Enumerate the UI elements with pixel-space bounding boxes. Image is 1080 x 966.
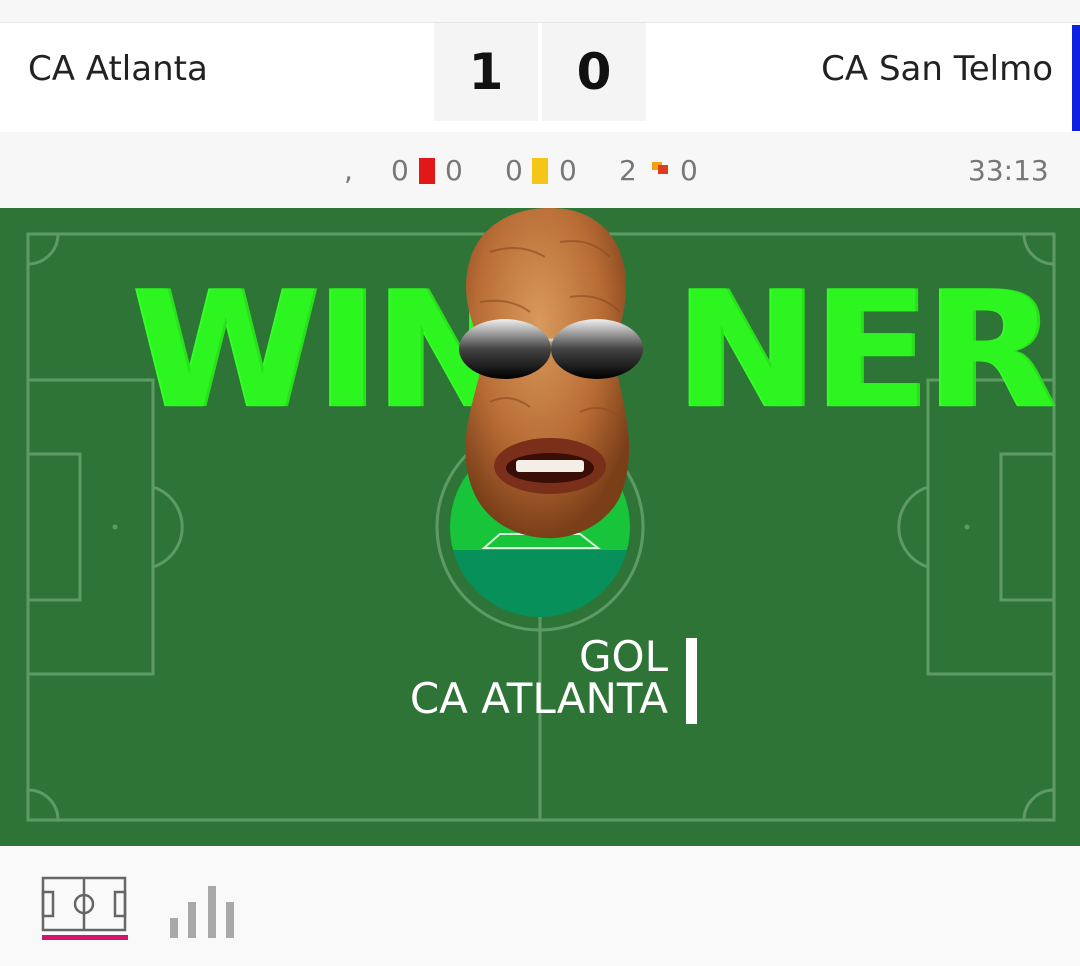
yellow-cards-home: 0 xyxy=(505,154,523,187)
goal-announcement-bar xyxy=(686,638,697,724)
home-team-name[interactable]: CA Atlanta xyxy=(28,49,208,89)
away-team-color-bar xyxy=(1072,25,1080,131)
goal-announcement: GOL CA ATLANTA xyxy=(410,636,668,720)
red-card-icon xyxy=(419,158,435,184)
scoreboard: CA Atlanta 1 0 CA San Telmo xyxy=(0,22,1080,133)
yellow-cards-away: 0 xyxy=(559,154,577,187)
top-strip xyxy=(0,0,1080,22)
goal-team: CA ATLANTA xyxy=(409,674,668,723)
yellow-card-icon xyxy=(532,158,548,184)
stats-separator: , xyxy=(344,154,353,187)
corners-away: 0 xyxy=(680,154,698,187)
goal-label: GOL xyxy=(578,632,668,681)
corners-home: 2 xyxy=(619,154,637,187)
match-clock: 33:13 xyxy=(968,154,1049,187)
home-score: 1 xyxy=(434,23,538,121)
corner-icon xyxy=(652,162,668,174)
bar-chart-icon[interactable] xyxy=(168,880,238,940)
active-tab-indicator xyxy=(42,935,128,940)
red-cards-home: 0 xyxy=(391,154,409,187)
peanut-face-sticker xyxy=(459,208,643,539)
field-icon[interactable] xyxy=(40,874,128,940)
pitch-view: WIN NER GOL CA ATLANTA xyxy=(0,208,1080,846)
away-team-name[interactable]: CA San Telmo xyxy=(821,49,1053,89)
red-cards-away: 0 xyxy=(445,154,463,187)
match-stats-bar: , 0 0 0 0 2 0 33:13 xyxy=(0,132,1080,208)
away-score: 0 xyxy=(542,23,646,121)
bottom-tab-bar xyxy=(0,846,1080,966)
winner-text-right: NER xyxy=(675,256,1056,446)
